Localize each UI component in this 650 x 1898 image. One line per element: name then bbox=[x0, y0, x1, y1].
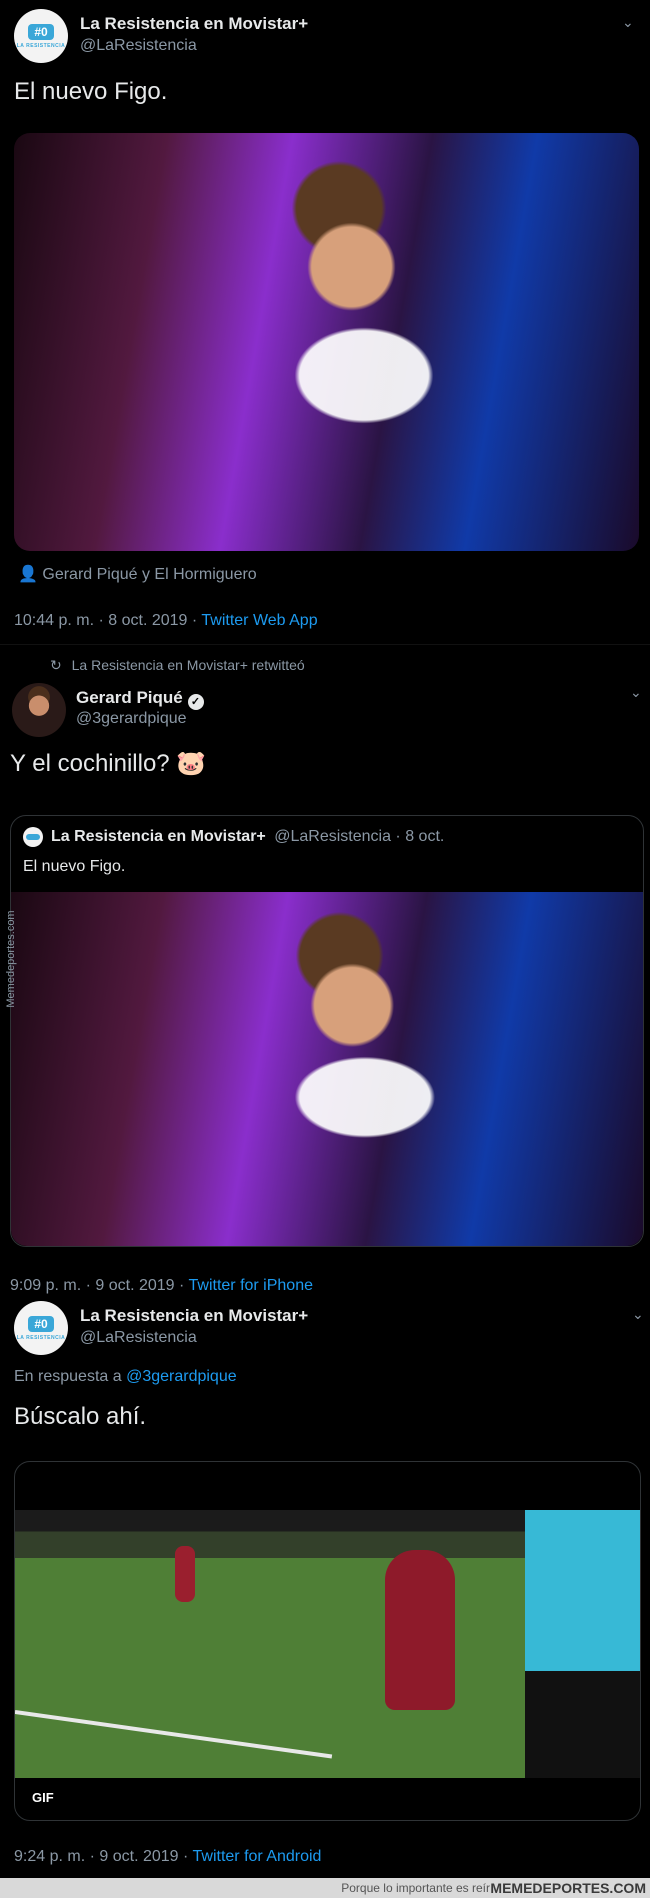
player-red bbox=[385, 1550, 455, 1710]
tweet-photo[interactable] bbox=[14, 133, 639, 551]
separator: · bbox=[85, 1277, 91, 1294]
separator: · bbox=[89, 1848, 95, 1865]
tweet-text: El nuevo Figo. bbox=[14, 78, 168, 105]
date[interactable]: 9 oct. 2019 bbox=[95, 1277, 174, 1294]
tagged-people[interactable]: 👤 Gerard Piqué y El Hormiguero bbox=[18, 564, 257, 584]
separator: · bbox=[191, 612, 198, 629]
person-icon: 👤 bbox=[18, 566, 38, 583]
quoted-author-name: La Resistencia en Movistar+ bbox=[51, 828, 266, 845]
tweet-text: Búscalo ahí. bbox=[14, 1403, 147, 1430]
author-name-text: Gerard Piqué bbox=[76, 688, 183, 707]
verified-icon: ✓ bbox=[187, 694, 204, 710]
author-name[interactable]: Gerard Piqué ✓ bbox=[76, 688, 204, 710]
avatar-text: LA RESISTENCIA bbox=[16, 1334, 66, 1341]
source-link[interactable]: Twitter for iPhone bbox=[189, 1277, 314, 1294]
separator: · bbox=[183, 1848, 189, 1865]
quoted-date: 8 oct. bbox=[405, 828, 445, 845]
footer-tagline: Porque lo importante es reír bbox=[341, 1881, 490, 1895]
avatar[interactable]: #0 LA RESISTENCIA bbox=[14, 1301, 68, 1355]
author-handle[interactable]: @LaResistencia bbox=[80, 37, 197, 55]
avatar-text: LA RESISTENCIA bbox=[16, 42, 66, 49]
gif-frame bbox=[15, 1510, 640, 1778]
author-name[interactable]: La Resistencia en Movistar+ bbox=[80, 1306, 308, 1326]
source-link[interactable]: Twitter Web App bbox=[201, 612, 317, 629]
tweet-timestamp: 9:09 p. m. · 9 oct. 2019 · Twitter for i… bbox=[10, 1277, 313, 1295]
reply-context: En respuesta a @3gerardpique bbox=[14, 1368, 237, 1386]
quoted-header: La Resistencia en Movistar+ @LaResistenc… bbox=[51, 828, 444, 846]
tweet-timestamp: 9:24 p. m. · 9 oct. 2019 · Twitter for A… bbox=[14, 1848, 321, 1866]
footer-watermark: Porque lo importante es reír MEMEDEPORTE… bbox=[0, 1878, 650, 1898]
gif-badge: GIF bbox=[25, 1787, 61, 1808]
avatar[interactable] bbox=[12, 683, 66, 737]
tagged-text: Gerard Piqué y El Hormiguero bbox=[42, 566, 257, 583]
tweet-gif[interactable]: GIF bbox=[14, 1461, 641, 1821]
chevron-down-icon[interactable]: ⌄ bbox=[632, 1306, 644, 1323]
reply-mention[interactable]: @3gerardpique bbox=[126, 1368, 237, 1385]
retweet-label: ↻ La Resistencia en Movistar+ retwitteó bbox=[50, 657, 305, 674]
quoted-photo[interactable] bbox=[11, 892, 643, 1246]
author-handle[interactable]: @LaResistencia bbox=[80, 1329, 197, 1347]
separator: · bbox=[98, 612, 104, 629]
quoted-author-handle: @LaResistencia bbox=[274, 828, 391, 845]
quoted-avatar-badge bbox=[26, 834, 40, 840]
time[interactable]: 9:09 p. m. bbox=[10, 1277, 81, 1294]
avatar[interactable]: #0 LA RESISTENCIA bbox=[14, 9, 68, 63]
separator: · bbox=[395, 828, 401, 845]
pitch-line bbox=[15, 1710, 333, 1759]
source-link[interactable]: Twitter for Android bbox=[193, 1848, 322, 1865]
time[interactable]: 9:24 p. m. bbox=[14, 1848, 85, 1865]
quoted-text: El nuevo Figo. bbox=[23, 858, 126, 875]
author-name[interactable]: La Resistencia en Movistar+ bbox=[80, 14, 308, 34]
divider bbox=[0, 644, 650, 645]
player-red-small bbox=[175, 1546, 195, 1602]
avatar-badge: #0 bbox=[28, 1315, 54, 1332]
tweet-text-body: Y el cochinillo? bbox=[10, 750, 170, 777]
separator: · bbox=[179, 1277, 185, 1294]
date[interactable]: 8 oct. 2019 bbox=[108, 612, 187, 629]
retweet-icon: ↻ bbox=[50, 657, 62, 673]
avatar-badge: #0 bbox=[28, 23, 54, 40]
tweet-timestamp: 10:44 p. m. · 8 oct. 2019 · Twitter Web … bbox=[14, 612, 318, 630]
quoted-tweet[interactable]: La Resistencia en Movistar+ @LaResistenc… bbox=[10, 815, 644, 1247]
quoted-avatar bbox=[23, 827, 43, 847]
reply-prefix: En respuesta a bbox=[14, 1368, 122, 1385]
chevron-down-icon[interactable]: ⌄ bbox=[630, 684, 642, 701]
retweet-text: La Resistencia en Movistar+ retwitteó bbox=[71, 657, 305, 673]
pig-emoji-icon: 🐷 bbox=[176, 750, 207, 777]
footer-brand: MEMEDEPORTES.COM bbox=[490, 1880, 646, 1896]
author-handle[interactable]: @3gerardpique bbox=[76, 710, 187, 728]
time[interactable]: 10:44 p. m. bbox=[14, 612, 94, 629]
referee bbox=[525, 1510, 640, 1778]
side-watermark: Memedeportes.com bbox=[5, 910, 17, 1008]
chevron-down-icon[interactable]: ⌄ bbox=[622, 14, 634, 31]
date[interactable]: 9 oct. 2019 bbox=[99, 1848, 178, 1865]
tweet-text: Y el cochinillo? 🐷 bbox=[10, 749, 206, 778]
